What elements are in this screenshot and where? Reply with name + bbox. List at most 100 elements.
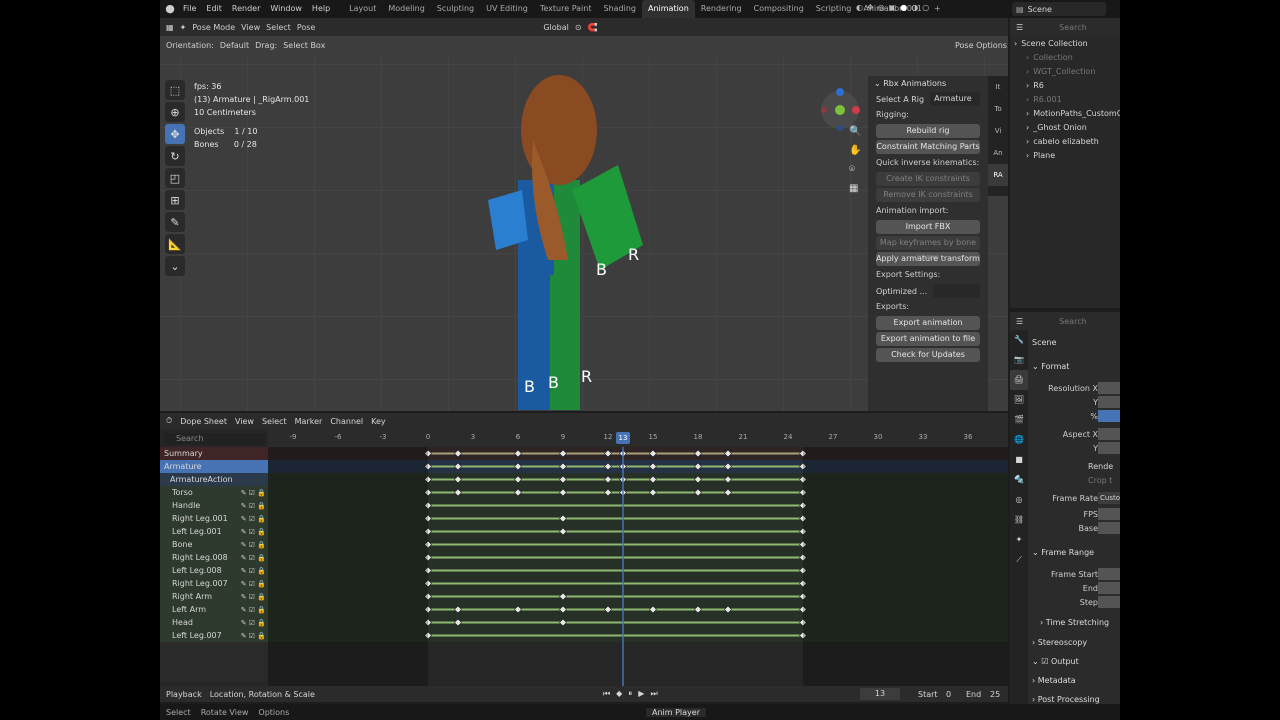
editor-type-icon[interactable]: ▦	[166, 23, 174, 32]
channel-toggle-icons[interactable]: ✎ ☑ 🔒	[241, 593, 266, 601]
tab-view[interactable]: Vi	[988, 120, 1008, 142]
resolution-y-field[interactable]	[1098, 396, 1120, 408]
expand-arrow-icon[interactable]: ›	[1026, 81, 1029, 90]
channel-toggle-icons[interactable]: ✎ ☑ 🔒	[241, 489, 266, 497]
gizmo-y-icon[interactable]	[835, 105, 845, 115]
channel-row[interactable]: Right Leg.007 ✎ ☑ 🔒	[160, 577, 268, 590]
aspect-y-field[interactable]	[1098, 442, 1120, 454]
overlay-icon[interactable]: ◎	[878, 3, 885, 12]
channel-row[interactable]: Torso ✎ ☑ 🔒	[160, 486, 268, 499]
3d-viewport[interactable]: ▦ ✦ Pose Mode View Select Pose Global ⊙ …	[160, 18, 1008, 411]
workspace-tab-9[interactable]: Scripting	[810, 0, 858, 18]
workspace-tab-2[interactable]: Sculpting	[431, 0, 480, 18]
properties-editor-icon[interactable]: ☰	[1016, 317, 1023, 326]
channel-row[interactable]: Handle ✎ ☑ 🔒	[160, 499, 268, 512]
channel-row[interactable]: Bone ✎ ☑ 🔒	[160, 538, 268, 551]
anim-player-button[interactable]: Anim Player	[646, 707, 706, 717]
pivot-icon[interactable]: ⊙	[575, 23, 582, 32]
dope-timeline[interactable]: -9 -6 -3 0 3 6 9 12 15 18 21 24 27 30 33 36 13	[268, 429, 1008, 686]
workspace-tab-7[interactable]: Rendering	[695, 0, 748, 18]
channel-toggle-icons[interactable]: ✎ ☑ 🔒	[241, 528, 266, 536]
tool-tab-icon[interactable]: 🔧	[1010, 330, 1028, 350]
channel-toggle-icons[interactable]: ✎ ☑ 🔒	[241, 502, 266, 510]
export-to-file-button[interactable]: Export animation to file	[876, 332, 980, 346]
dope-menu-marker[interactable]: Marker	[295, 417, 323, 426]
xray-icon[interactable]: ▣	[889, 3, 897, 12]
outliner-row[interactable]: › WGT_Collection	[1010, 64, 1120, 78]
frame-range-header[interactable]: ⌄ Frame Range	[1032, 548, 1094, 557]
stereoscopy-header[interactable]: › Stereoscopy	[1032, 638, 1087, 647]
render-tab-icon[interactable]: 📷	[1010, 350, 1028, 370]
channel-row[interactable]: Right Leg.001 ✎ ☑ 🔒	[160, 512, 268, 525]
base-field[interactable]	[1098, 522, 1120, 534]
tab-rbx[interactable]: RA	[988, 164, 1008, 186]
map-keyframes-button[interactable]: Map keyframes by bone name	[876, 236, 980, 261]
blender-logo-icon[interactable]: ●	[164, 2, 176, 15]
scene-selector[interactable]: ▤ Scene	[1012, 2, 1106, 16]
menu-window[interactable]: Window	[265, 0, 307, 18]
keying-set-select[interactable]: Location, Rotation & Scale	[210, 690, 315, 699]
post-processing-header[interactable]: › Post Processing	[1032, 695, 1100, 704]
expand-arrow-icon[interactable]: ›	[1026, 67, 1029, 76]
channel-row[interactable]: Summary	[160, 447, 268, 460]
apply-transform-button[interactable]: Apply armature transform	[876, 252, 980, 266]
channel-row[interactable]: Left Leg.001 ✎ ☑ 🔒	[160, 525, 268, 538]
expand-arrow-icon[interactable]: ›	[1026, 109, 1029, 118]
dope-editor-icon[interactable]: ⏱	[166, 416, 172, 426]
expand-arrow-icon[interactable]: ›	[1014, 39, 1017, 48]
expand-arrow-icon[interactable]: ›	[1026, 151, 1029, 160]
modifier-tab-icon[interactable]: 🔩	[1010, 470, 1028, 490]
channel-toggle-icons[interactable]: ✎ ☑ 🔒	[241, 580, 266, 588]
resolution-x-field[interactable]	[1098, 382, 1120, 394]
channel-row[interactable]: Head ✎ ☑ 🔒	[160, 616, 268, 629]
object-tab-icon[interactable]: ■	[1010, 450, 1028, 470]
channel-row[interactable]: Right Leg.008 ✎ ☑ 🔒	[160, 551, 268, 564]
annotate-tool-icon[interactable]: ✎	[165, 212, 185, 232]
channel-row[interactable]: Left Arm ✎ ☑ 🔒	[160, 603, 268, 616]
tab-animation[interactable]: An	[988, 142, 1008, 164]
workspace-tab-0[interactable]: Layout	[343, 0, 382, 18]
measure-tool-icon[interactable]: 📐	[165, 234, 185, 254]
outliner-row[interactable]: › cabelo elizabeth	[1010, 134, 1120, 148]
expand-arrow-icon[interactable]: ›	[1026, 137, 1029, 146]
time-stretching-header[interactable]: › Time Stretching	[1040, 618, 1109, 627]
format-panel-header[interactable]: ⌄ Format	[1032, 362, 1069, 371]
channel-row[interactable]: Right Arm ✎ ☑ 🔒	[160, 590, 268, 603]
expand-arrow-icon[interactable]: ›	[1026, 123, 1029, 132]
cursor-tool-icon[interactable]: ⊕	[165, 102, 185, 122]
outliner-row[interactable]: › Plane	[1010, 148, 1120, 162]
constraint-matching-button[interactable]: Constraint Matching Parts	[876, 140, 980, 154]
scene-tab-icon[interactable]: 🎬	[1010, 410, 1028, 430]
output-tab-icon[interactable]: 🖨	[1010, 370, 1028, 390]
constraint-tab-icon[interactable]: ⛓	[1010, 510, 1028, 530]
viewport-menu-select[interactable]: Select	[266, 23, 291, 32]
rendered-shading-icon[interactable]: ○	[922, 3, 929, 12]
tab-tool[interactable]: To	[988, 98, 1008, 120]
channel-row[interactable]: Left Leg.007 ✎ ☑ 🔒	[160, 629, 268, 642]
select-tool-icon[interactable]: ⬚	[165, 80, 185, 100]
check-updates-button[interactable]: Check for Updates	[876, 348, 980, 362]
menu-help[interactable]: Help	[307, 0, 335, 18]
dope-mode-select[interactable]: Dope Sheet	[180, 417, 227, 426]
channel-row[interactable]: Left Leg.008 ✎ ☑ 🔒	[160, 564, 268, 577]
channel-toggle-icons[interactable]: ✎ ☑ 🔒	[241, 515, 266, 523]
channel-toggle-icons[interactable]: ✎ ☑ 🔒	[241, 567, 266, 575]
keyframe-area[interactable]	[268, 447, 1008, 686]
material-shading-icon[interactable]: ◑	[911, 3, 918, 12]
rotate-tool-icon[interactable]: ↻	[165, 146, 185, 166]
channel-row[interactable]: Armature	[160, 460, 268, 473]
dope-menu-key[interactable]: Key	[371, 417, 386, 426]
rig-select-dropdown[interactable]: Armature	[930, 92, 980, 106]
dope-menu-select[interactable]: Select	[262, 417, 287, 426]
outliner-row[interactable]: › _Ghost Onion	[1010, 120, 1120, 134]
outliner-editor-icon[interactable]: ☰	[1016, 23, 1023, 32]
viewport-shading-icon[interactable]: ◐	[856, 3, 863, 12]
channel-toggle-icons[interactable]: ✎ ☑ 🔒	[241, 606, 266, 614]
prev-key-icon[interactable]: ◆	[616, 689, 622, 699]
workspace-tab-6[interactable]: Animation	[641, 0, 695, 18]
dope-menu-channel[interactable]: Channel	[330, 417, 363, 426]
current-frame-field[interactable]: 13	[860, 688, 900, 700]
channel-toggle-icons[interactable]: ✎ ☑ 🔒	[241, 554, 266, 562]
end-field[interactable]: 25	[990, 690, 1000, 699]
data-tab-icon[interactable]: ✦	[1010, 530, 1028, 550]
